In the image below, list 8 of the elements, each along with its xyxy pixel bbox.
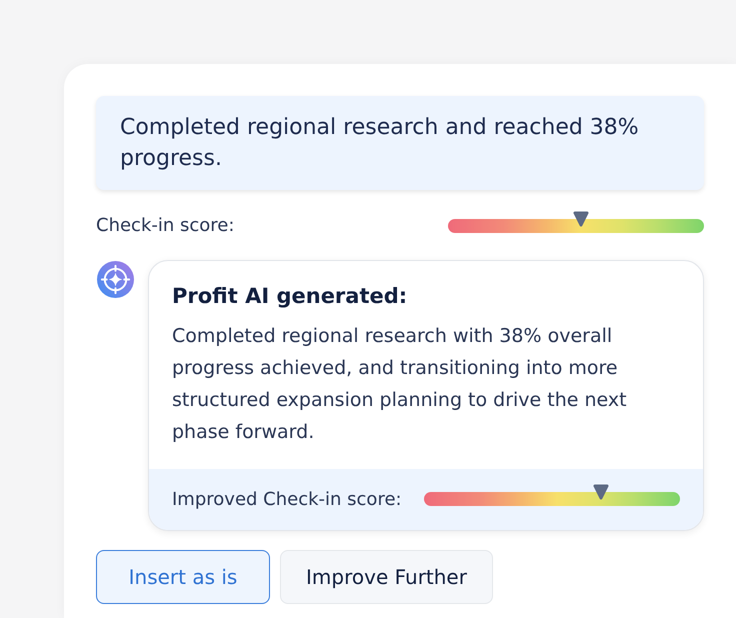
summary-note: Completed regional research and reached 38% progress. [96,96,704,190]
score-label: Check-in score: [96,214,234,238]
suggestion-text: Completed regional research with 38% overall progress achieved, and transitioning into more structured expansion planning to drive the next phase forward. [172,324,628,445]
improve-button[interactable]: Improve Further [280,550,493,604]
sparkle-target-icon [97,261,134,298]
suggestion-title: Profit AI generated: [172,283,408,310]
insert-button[interactable]: Insert as is [96,550,270,604]
improved-score-label: Improved Check-in score: [172,488,402,512]
